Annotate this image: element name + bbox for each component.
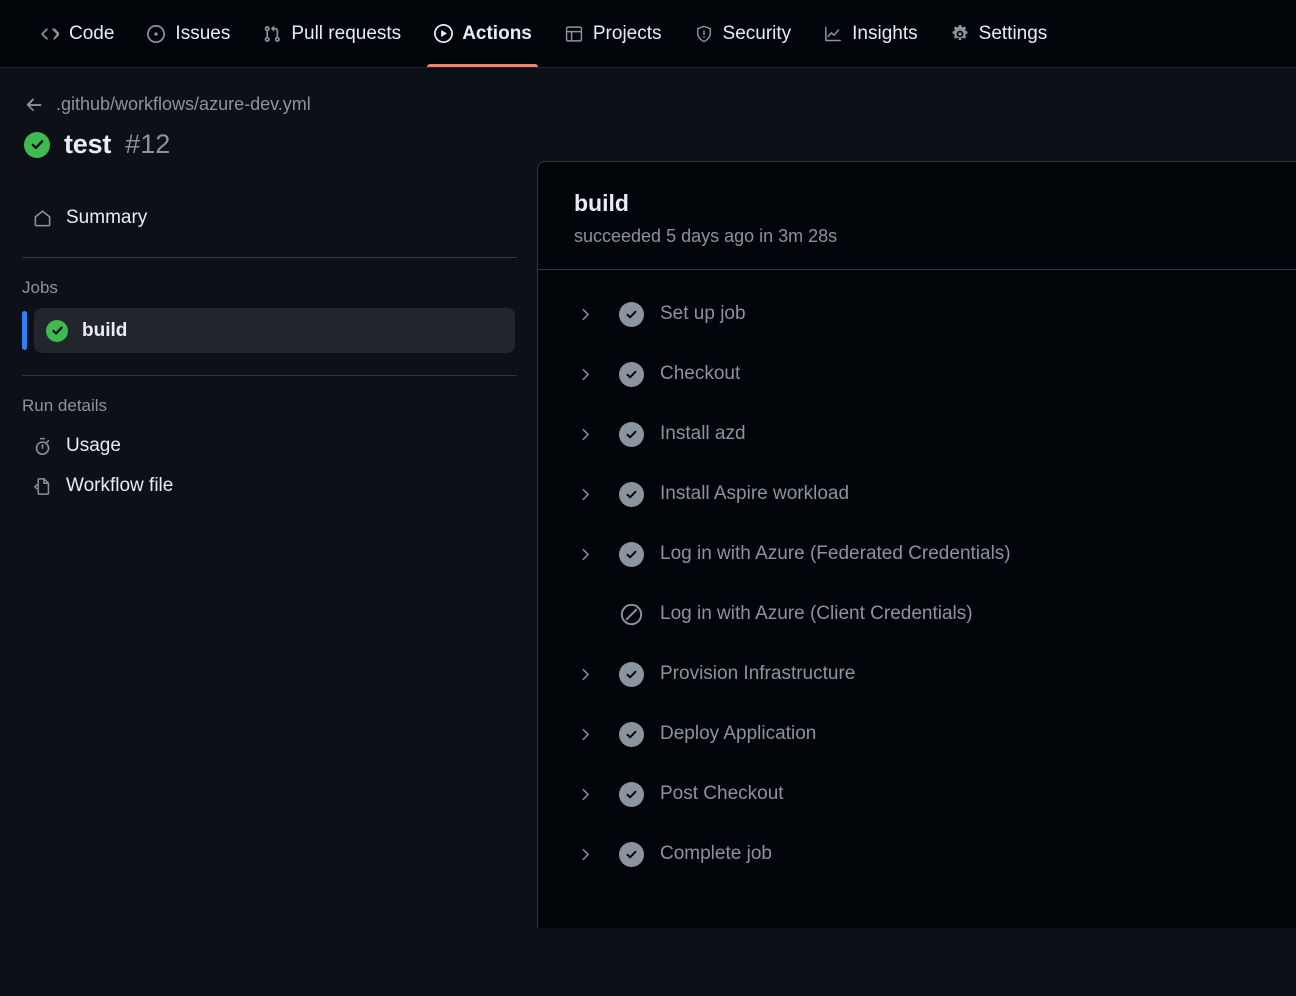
chevron-right-icon[interactable]: [574, 543, 596, 565]
step-row[interactable]: Install Aspire workload: [538, 464, 1296, 524]
step-row[interactable]: Set up job: [538, 284, 1296, 344]
step-row[interactable]: Post Checkout: [538, 764, 1296, 824]
step-row[interactable]: Deploy Application: [538, 704, 1296, 764]
nav-item-projects[interactable]: Projects: [548, 0, 678, 67]
check-circle-filled-icon: [618, 361, 644, 387]
arrow-left-icon: [24, 95, 44, 115]
run-header: .github/workflows/azure-dev.yml test #12: [0, 68, 1296, 160]
sidebar-label-summary: Summary: [66, 207, 147, 229]
chevron-right-icon[interactable]: [574, 663, 596, 685]
code-icon: [40, 24, 60, 44]
check-circle-filled-icon: [618, 721, 644, 747]
job-panel-header: build succeeded 5 days ago in 3m 28s: [538, 162, 1296, 269]
step-label: Install Aspire workload: [660, 483, 849, 505]
check-circle-filled-icon: [618, 541, 644, 567]
run-number: #12: [125, 129, 170, 160]
repo-nav: Code Issues Pull requests Actions Projec…: [0, 0, 1296, 68]
step-row[interactable]: Log in with Azure (Federated Credentials…: [538, 524, 1296, 584]
nav-label-code: Code: [69, 24, 114, 43]
step-row[interactable]: Complete job: [538, 824, 1296, 884]
nav-item-security[interactable]: Security: [678, 0, 808, 67]
skip-icon: [618, 601, 644, 627]
sidebar-item-summary[interactable]: Summary: [22, 198, 515, 238]
breadcrumb-label: .github/workflows/azure-dev.yml: [56, 94, 311, 115]
job-status-line: succeeded 5 days ago in 3m 28s: [574, 226, 1296, 247]
sidebar-section-jobs: Jobs: [0, 258, 537, 308]
sidebar-item-usage[interactable]: Usage: [22, 426, 515, 466]
check-circle-filled-icon: [618, 301, 644, 327]
nav-label-pull-requests: Pull requests: [291, 24, 401, 43]
run-sidebar: Summary Jobs build Run details Usage Wor…: [0, 160, 537, 928]
chevron-right-icon[interactable]: [574, 843, 596, 865]
shield-icon: [694, 24, 714, 44]
check-circle-filled-icon: [618, 481, 644, 507]
check-circle-success-icon: [24, 132, 50, 158]
stopwatch-icon: [32, 436, 52, 456]
job-name: build: [574, 190, 1296, 217]
selected-indicator-bar: [22, 311, 27, 350]
chevron-right-icon[interactable]: [574, 303, 596, 325]
chevron-right-icon[interactable]: [574, 423, 596, 445]
job-detail-panel: build succeeded 5 days ago in 3m 28s Set…: [537, 161, 1296, 928]
sidebar-label-usage: Usage: [66, 435, 121, 457]
play-icon: [433, 24, 453, 44]
nav-label-issues: Issues: [175, 24, 230, 43]
table-icon: [564, 24, 584, 44]
git-pull-request-icon: [262, 24, 282, 44]
check-circle-filled-icon: [618, 781, 644, 807]
breadcrumb-workflow-file[interactable]: .github/workflows/azure-dev.yml: [24, 94, 311, 115]
gear-icon: [950, 24, 970, 44]
step-label: Set up job: [660, 303, 746, 325]
chevron-right-icon[interactable]: [574, 363, 596, 385]
sidebar-item-job-build[interactable]: build: [34, 308, 515, 353]
step-row[interactable]: Provision Infrastructure: [538, 644, 1296, 704]
step-label: Complete job: [660, 843, 772, 865]
run-title-row: test #12: [24, 129, 1296, 160]
nav-item-pull-requests[interactable]: Pull requests: [246, 0, 417, 67]
sidebar-item-workflow-file[interactable]: Workflow file: [22, 466, 515, 506]
run-body: Summary Jobs build Run details Usage Wor…: [0, 160, 1296, 928]
nav-label-actions: Actions: [462, 24, 532, 43]
step-row[interactable]: Install azd: [538, 404, 1296, 464]
step-row: Log in with Azure (Client Credentials): [538, 584, 1296, 644]
chevron-right-icon[interactable]: [574, 483, 596, 505]
chevron-right-icon[interactable]: [574, 783, 596, 805]
nav-item-issues[interactable]: Issues: [130, 0, 246, 67]
nav-label-security: Security: [723, 24, 792, 43]
nav-item-actions[interactable]: Actions: [417, 0, 548, 67]
sidebar-section-run-details: Run details: [0, 376, 537, 426]
graph-icon: [823, 24, 843, 44]
check-circle-filled-icon: [618, 841, 644, 867]
nav-label-settings: Settings: [979, 24, 1048, 43]
step-row[interactable]: Checkout: [538, 344, 1296, 404]
sidebar-label-workflow-file: Workflow file: [66, 475, 173, 497]
job-steps-list: Set up job Checkout: [538, 270, 1296, 884]
step-label: Post Checkout: [660, 783, 784, 805]
nav-item-settings[interactable]: Settings: [934, 0, 1064, 67]
home-icon: [32, 208, 52, 228]
nav-label-insights: Insights: [852, 24, 917, 43]
nav-item-code[interactable]: Code: [24, 0, 130, 67]
step-label: Checkout: [660, 363, 740, 385]
check-circle-filled-icon: [618, 421, 644, 447]
step-label: Provision Infrastructure: [660, 663, 855, 685]
file-code-icon: [32, 476, 52, 496]
step-label: Log in with Azure (Client Credentials): [660, 603, 973, 625]
nav-label-projects: Projects: [593, 24, 662, 43]
check-circle-success-icon: [46, 320, 68, 342]
chevron-right-icon[interactable]: [574, 723, 596, 745]
step-label: Install azd: [660, 423, 746, 445]
issue-opened-icon: [146, 24, 166, 44]
nav-item-insights[interactable]: Insights: [807, 0, 933, 67]
sidebar-job-label: build: [82, 320, 127, 342]
check-circle-filled-icon: [618, 661, 644, 687]
step-label: Deploy Application: [660, 723, 816, 745]
page-title: test: [64, 129, 111, 160]
step-label: Log in with Azure (Federated Credentials…: [660, 543, 1011, 565]
